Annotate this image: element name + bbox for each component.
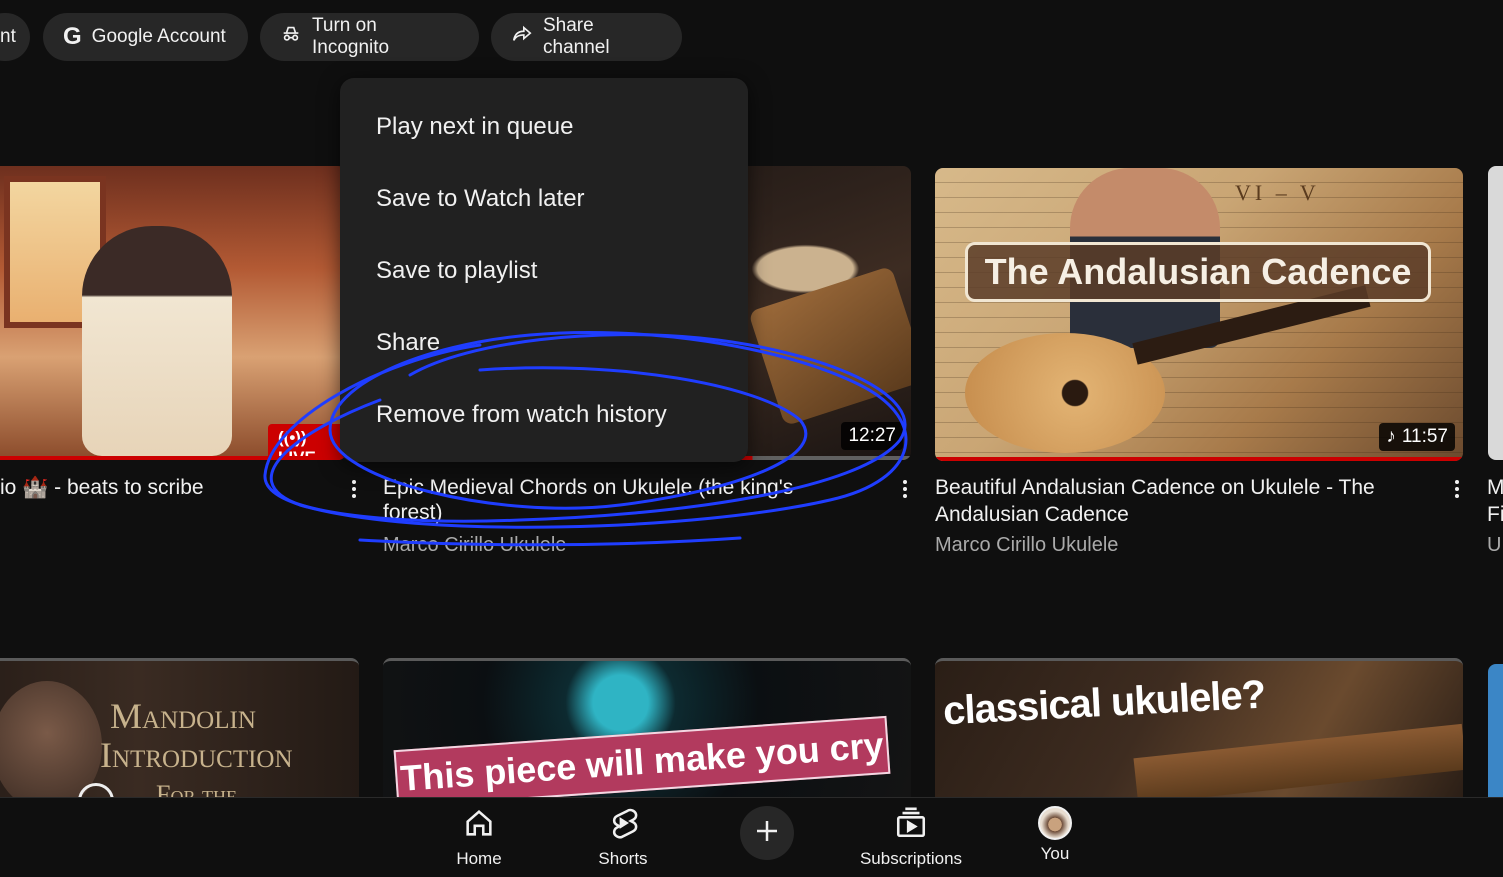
music-note-icon: ♪ [1386, 426, 1396, 447]
more-options-icon[interactable] [902, 480, 908, 501]
thumbnail-title-text: The Andalusian Cadence [984, 251, 1412, 292]
watch-progress-bar [0, 456, 346, 460]
nav-you[interactable]: You [1030, 806, 1080, 864]
nav-home[interactable]: Home [453, 806, 505, 869]
menu-item-remove-watch-history[interactable]: Remove from watch history [376, 400, 667, 430]
live-badge: ((•)) LIVE [268, 424, 346, 460]
video-title-line1: Epic Medieval Chords on Ukulele (the kin… [383, 476, 794, 499]
video-duration: 12:27 [841, 422, 903, 450]
bottom-navigation-bar: Home Shorts Subscriptions You [0, 797, 1503, 877]
ukulele-neck-art [1133, 723, 1463, 800]
nav-shorts-label: Shorts [598, 849, 648, 868]
nav-subscriptions[interactable]: Subscriptions [856, 806, 966, 869]
chip-google-account[interactable]: G Google Account [43, 13, 248, 61]
video-title[interactable]: M Fi [1487, 474, 1503, 528]
video-title-line2: Fi [1487, 503, 1503, 526]
shorts-icon [606, 806, 640, 849]
thumb-text-line2: Introduction [100, 735, 293, 775]
nav-shorts[interactable]: Shorts [594, 806, 652, 869]
more-options-icon[interactable] [1454, 480, 1460, 501]
thumbnail-caption-text: This piece will make you cry [399, 724, 885, 799]
video-title-line2: Andalusian Cadence [935, 503, 1129, 526]
channel-name[interactable]: U [1487, 534, 1503, 557]
video-thumbnail-piece-cry[interactable]: This piece will make you cry [383, 658, 911, 800]
plus-icon [752, 816, 782, 851]
chip-turn-on-incognito[interactable]: Turn on Incognito [260, 13, 479, 61]
figure-art [82, 226, 232, 456]
menu-item-save-playlist[interactable]: Save to playlist [376, 256, 537, 286]
subscriptions-icon [894, 806, 928, 849]
nav-you-label: You [1040, 844, 1070, 863]
menu-item-share[interactable]: Share [376, 328, 440, 358]
menu-item-play-next[interactable]: Play next in queue [376, 112, 573, 142]
chip-partial[interactable]: nt [0, 13, 30, 61]
nav-home-label: Home [456, 849, 502, 868]
video-title-line1: M [1487, 476, 1503, 499]
thumbnail-caption-banner: This piece will make you cry [393, 715, 891, 800]
video-title-line1: Beautiful Andalusian Cadence on Ukulele … [935, 476, 1375, 499]
video-title[interactable]: Beautiful Andalusian Cadence on Ukulele … [935, 474, 1435, 528]
create-button[interactable] [740, 806, 794, 860]
video-thumbnail-mandolin[interactable]: Mandolin Introduction For the [0, 658, 359, 800]
chip-incognito-label: Turn on Incognito [312, 15, 390, 58]
chip-share-label: Share channel [543, 15, 610, 58]
thumb-text-line1: Mandolin [110, 696, 256, 736]
video-context-menu: Play next in queue Save to Watch later S… [340, 78, 748, 462]
avatar [1038, 806, 1072, 840]
video-thumbnail-partial-row2[interactable] [1488, 664, 1503, 797]
home-icon [462, 806, 496, 849]
share-icon [511, 23, 533, 51]
more-options-icon[interactable] [351, 480, 357, 501]
video-duration: ♪ 11:57 [1379, 423, 1455, 451]
ukulele-headstock-art [748, 265, 911, 427]
duration-label: 11:57 [1401, 426, 1448, 447]
sheet-music-label: VI – V [1235, 180, 1320, 205]
thumbnail-text: Mandolin Introduction For the [100, 696, 293, 801]
chip-google-account-label: Google Account [91, 26, 226, 47]
video-thumbnail-partial[interactable] [1488, 166, 1503, 460]
video-thumbnail-lofi[interactable]: ((•)) LIVE [0, 166, 346, 460]
watch-progress-bar [935, 457, 1463, 461]
google-g-icon: G [63, 23, 82, 50]
duration-label: 12:27 [848, 425, 896, 446]
video-title[interactable]: io 🏰 - beats to scribe [0, 474, 204, 501]
presenter-face-art [0, 681, 102, 800]
video-thumbnail-classical-ukulele[interactable]: classical ukulele? [935, 658, 1463, 800]
incognito-icon [280, 23, 302, 51]
thumbnail-title-banner: The Andalusian Cadence [965, 242, 1431, 302]
live-icon: ((•)) [278, 428, 307, 447]
video-thumbnail-andalusian[interactable]: VI – V The Andalusian Cadence ♪ 11:57 [935, 168, 1463, 461]
chip-partial-label: nt [0, 26, 16, 47]
menu-item-save-watch-later[interactable]: Save to Watch later [376, 184, 585, 214]
video-title-line2: forest) [383, 501, 443, 524]
nav-subscriptions-label: Subscriptions [859, 849, 963, 868]
channel-name[interactable]: Marco Cirillo Ukulele [935, 534, 1118, 557]
channel-name[interactable]: Marco Cirillo Ukulele [383, 534, 566, 557]
thumbnail-caption-text: classical ukulele? [942, 672, 1267, 734]
chip-share-channel[interactable]: Share channel [491, 13, 682, 61]
video-title[interactable]: Epic Medieval Chords on Ukulele (the kin… [383, 474, 873, 526]
